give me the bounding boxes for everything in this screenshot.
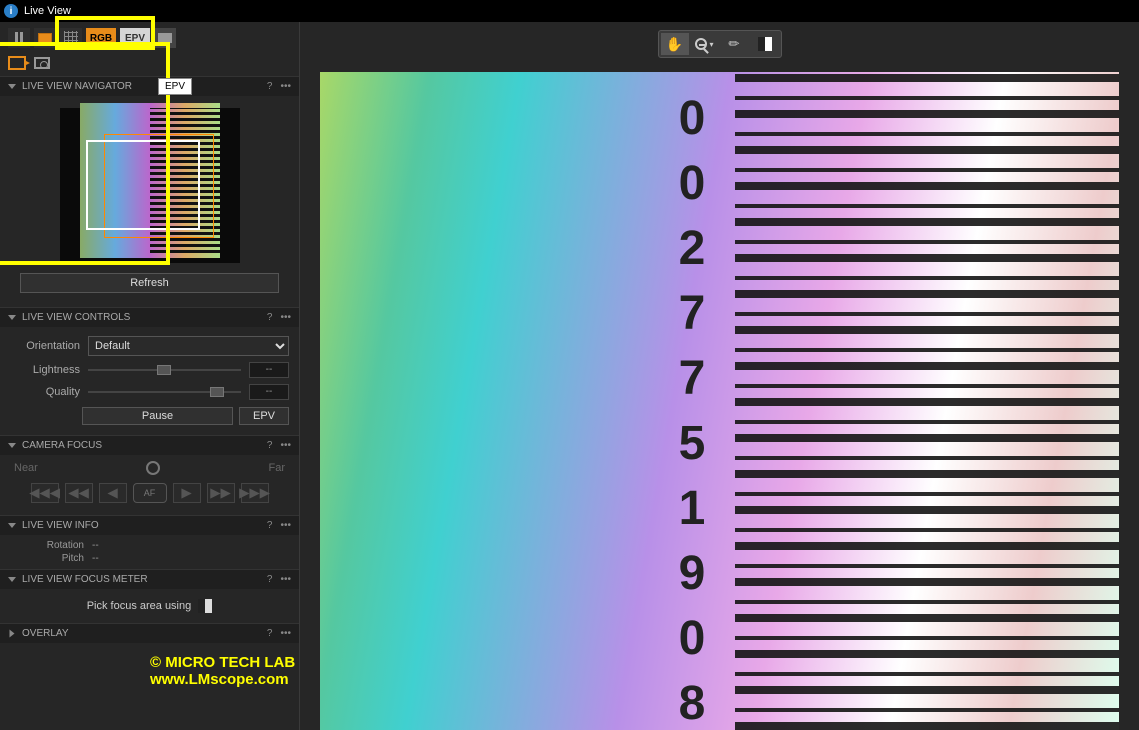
more-icon[interactable]: ••• bbox=[280, 81, 291, 92]
more-icon[interactable]: ••• bbox=[280, 440, 291, 451]
navigator-header[interactable]: LIVE VIEW NAVIGATOR ?••• bbox=[0, 76, 299, 96]
focus-far-1x-button[interactable]: ◀ bbox=[99, 483, 127, 503]
focus-far-label: Far bbox=[269, 462, 286, 474]
focus-meter-body: Pick focus area using bbox=[0, 589, 299, 623]
help-icon[interactable]: ? bbox=[267, 574, 273, 585]
camera-focus-body: Near Far ◀◀◀ ◀◀ ◀ AF ▶ ▶▶ ▶▶▶ bbox=[0, 455, 299, 515]
fullframe-button[interactable] bbox=[34, 28, 56, 48]
focus-meter-header[interactable]: LIVE VIEW FOCUS METER ?••• bbox=[0, 569, 299, 589]
orientation-label: Orientation bbox=[10, 340, 80, 352]
info-header[interactable]: LIVE VIEW INFO ?••• bbox=[0, 515, 299, 535]
pitch-label: Pitch bbox=[14, 553, 84, 564]
lightness-value: -- bbox=[249, 362, 289, 378]
controls-body: Orientation Default Lightness -- Quality… bbox=[0, 327, 299, 435]
focus-indicator-icon bbox=[146, 461, 160, 475]
window-title: Live View bbox=[24, 5, 71, 17]
contrast-icon bbox=[758, 37, 772, 51]
zoom-out-icon bbox=[695, 38, 707, 50]
top-toolbar: RGB EPV bbox=[0, 22, 299, 54]
lightness-slider[interactable] bbox=[88, 363, 241, 377]
help-icon[interactable]: ? bbox=[267, 440, 273, 451]
navigator-body: Refresh bbox=[0, 96, 299, 307]
epv-toggle-button[interactable]: EPV bbox=[239, 407, 289, 425]
eyedropper-button[interactable]: ✎ bbox=[721, 33, 749, 55]
video-tab-icon[interactable] bbox=[8, 56, 26, 70]
app-icon: i bbox=[4, 4, 18, 18]
overlay-header[interactable]: OVERLAY ?••• bbox=[0, 623, 299, 643]
rotation-value: -- bbox=[92, 540, 99, 551]
main: RGB EPV EPV LIVE VIEW NAVIGATOR ?••• Ref… bbox=[0, 22, 1139, 730]
info-body: Rotation -- Pitch -- bbox=[0, 535, 299, 569]
navigator-thumbnail[interactable] bbox=[60, 108, 240, 263]
focus-near-label: Near bbox=[14, 462, 38, 474]
live-image[interactable]: 0027751908 bbox=[320, 72, 1119, 730]
hand-icon: ✋ bbox=[666, 36, 683, 53]
more-icon[interactable]: ••• bbox=[280, 312, 291, 323]
pitch-value: -- bbox=[92, 553, 99, 564]
chevron-down-icon bbox=[8, 84, 16, 89]
chevron-right-icon bbox=[10, 630, 15, 638]
chevron-down-icon bbox=[8, 577, 16, 582]
quality-slider[interactable] bbox=[88, 385, 241, 399]
more-icon[interactable]: ••• bbox=[280, 628, 291, 639]
camera-focus-header[interactable]: CAMERA FOCUS ?••• bbox=[0, 435, 299, 455]
still-tab-icon[interactable] bbox=[34, 57, 50, 69]
epv-button[interactable]: EPV bbox=[120, 28, 150, 48]
controls-header[interactable]: LIVE VIEW CONTROLS ?••• bbox=[0, 307, 299, 327]
help-icon[interactable]: ? bbox=[267, 81, 273, 92]
live-view-panel: ✋ ▾ ✎ 0027751908 bbox=[300, 22, 1139, 730]
left-panel: RGB EPV EPV LIVE VIEW NAVIGATOR ?••• Ref… bbox=[0, 22, 300, 730]
view-toolbar: ✋ ▾ ✎ bbox=[658, 30, 782, 58]
help-icon[interactable]: ? bbox=[267, 312, 273, 323]
help-icon[interactable]: ? bbox=[267, 628, 273, 639]
refresh-button[interactable]: Refresh bbox=[20, 273, 279, 293]
orientation-select[interactable]: Default bbox=[88, 336, 289, 356]
focus-far-2x-button[interactable]: ◀◀ bbox=[65, 483, 93, 503]
autofocus-button[interactable]: AF bbox=[133, 483, 167, 503]
titlebar: i Live View bbox=[0, 0, 1139, 22]
rgb-button[interactable]: RGB bbox=[86, 28, 116, 48]
quality-value: -- bbox=[249, 384, 289, 400]
watermark: © MICRO TECH LAB www.LMscope.com bbox=[150, 654, 299, 688]
zoom-out-button[interactable]: ▾ bbox=[691, 33, 719, 55]
chevron-down-icon bbox=[8, 523, 16, 528]
chevron-down-icon bbox=[8, 443, 16, 448]
focus-near-3x-button[interactable]: ▶▶▶ bbox=[241, 483, 269, 503]
rotation-label: Rotation bbox=[14, 540, 84, 551]
chevron-down-icon bbox=[8, 315, 16, 320]
lightness-label: Lightness bbox=[10, 364, 80, 376]
pick-focus-tool-button[interactable] bbox=[198, 599, 212, 613]
pick-focus-label: Pick focus area using bbox=[87, 600, 192, 612]
focus-far-3x-button[interactable]: ◀◀◀ bbox=[31, 483, 59, 503]
contrast-button[interactable] bbox=[751, 33, 779, 55]
focus-near-1x-button[interactable]: ▶ bbox=[173, 483, 201, 503]
epv-tooltip: EPV bbox=[158, 78, 192, 95]
level-button[interactable] bbox=[154, 28, 176, 48]
more-icon[interactable]: ••• bbox=[280, 574, 291, 585]
pan-tool-button[interactable]: ✋ bbox=[661, 33, 689, 55]
capture-tabs bbox=[0, 54, 299, 76]
pause-button[interactable] bbox=[8, 28, 30, 48]
pause-toggle-button[interactable]: Pause bbox=[82, 407, 233, 425]
more-icon[interactable]: ••• bbox=[280, 520, 291, 531]
barcode-number: 0027751908 bbox=[660, 92, 720, 730]
quality-label: Quality bbox=[10, 386, 80, 398]
navigator-frame-white[interactable] bbox=[86, 140, 200, 230]
focus-near-2x-button[interactable]: ▶▶ bbox=[207, 483, 235, 503]
help-icon[interactable]: ? bbox=[267, 520, 273, 531]
grid-button[interactable] bbox=[60, 28, 82, 48]
barcode-bars bbox=[735, 72, 1119, 730]
eyedropper-icon: ✎ bbox=[725, 34, 744, 53]
